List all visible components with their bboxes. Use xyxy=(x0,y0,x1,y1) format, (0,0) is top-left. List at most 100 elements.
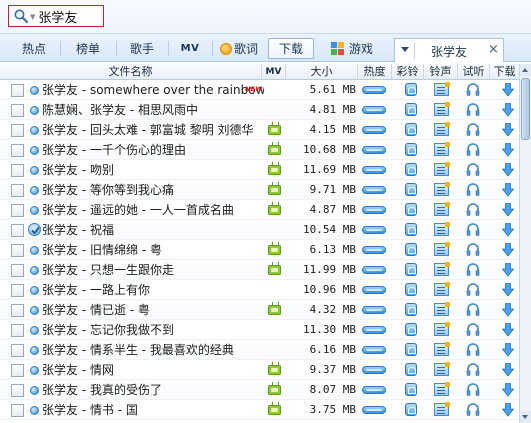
row-checkbox[interactable] xyxy=(11,104,24,117)
table-row[interactable]: 张学友 - 回头太难 - 郭富城 黎明 刘德华 4.15 MB xyxy=(0,120,519,140)
tv-icon[interactable] xyxy=(268,385,281,395)
table-row[interactable]: 张学友 - 情书 - 国 3.75 MB xyxy=(0,400,519,420)
tv-icon[interactable] xyxy=(268,265,281,275)
download-arrow-icon[interactable] xyxy=(501,343,515,357)
ringtone-icon[interactable] xyxy=(434,202,450,216)
song-title[interactable]: 张学友 - somewhere over the rainbow xyxy=(42,82,264,98)
song-title[interactable]: 张学友 - 情已逝 - 粤 xyxy=(42,302,264,318)
row-checkbox[interactable] xyxy=(11,124,24,137)
ringtone-icon[interactable] xyxy=(434,82,450,96)
ringtone-icon[interactable] xyxy=(434,142,450,156)
ringtone-icon[interactable] xyxy=(434,282,450,296)
song-title[interactable]: 张学友 - 忘记你我做不到 xyxy=(42,322,264,338)
headphones-icon[interactable] xyxy=(466,143,480,156)
row-checkbox[interactable] xyxy=(11,384,24,397)
ringback-icon[interactable] xyxy=(405,163,417,176)
row-checkbox[interactable] xyxy=(11,344,24,357)
song-title[interactable]: 张学友 - 一路上有你 xyxy=(42,282,264,298)
column-header-file-name[interactable]: 文件名称 xyxy=(0,64,262,80)
tab-artists[interactable]: 歌手 xyxy=(120,38,164,59)
tv-icon[interactable] xyxy=(268,165,281,175)
song-title[interactable]: 张学友 - 旧情绵绵 - 粤 xyxy=(42,242,264,258)
tv-icon[interactable] xyxy=(268,405,281,415)
download-arrow-icon[interactable] xyxy=(501,323,515,337)
headphones-icon[interactable] xyxy=(466,403,480,416)
table-row[interactable]: 张学友 - somewhere over the rainbow NEW 5.61 … xyxy=(0,80,519,100)
column-header-heat[interactable]: 热度 xyxy=(358,64,392,80)
column-header-size[interactable]: 大小 xyxy=(286,64,358,80)
row-checkbox[interactable] xyxy=(11,144,24,157)
row-checkbox[interactable] xyxy=(11,404,24,417)
headphones-icon[interactable] xyxy=(466,83,480,96)
table-row[interactable]: 张学友 - 遥远的她 - 一人一首成名曲 4.87 MB xyxy=(0,200,519,220)
download-arrow-icon[interactable] xyxy=(501,403,515,417)
ringtone-icon[interactable] xyxy=(434,302,450,316)
ringback-icon[interactable] xyxy=(405,83,417,96)
tab-mv[interactable]: MV xyxy=(172,38,208,59)
ringback-icon[interactable] xyxy=(405,223,417,236)
table-row[interactable]: 张学友 - 一千个伤心的理由 10.68 MB xyxy=(0,140,519,160)
song-title[interactable]: 张学友 - 回头太难 - 郭富城 黎明 刘德华 xyxy=(42,122,264,138)
ringback-icon[interactable] xyxy=(405,243,417,256)
song-title[interactable]: 陈慧娴、张学友 - 相思风雨中 xyxy=(42,102,264,118)
ringback-icon[interactable] xyxy=(405,143,417,156)
row-checkbox[interactable] xyxy=(11,284,24,297)
headphones-icon[interactable] xyxy=(466,283,480,296)
row-checkbox[interactable] xyxy=(11,184,24,197)
table-row[interactable]: 张学友 - 忘记你我做不到 11.30 MB xyxy=(0,320,519,340)
tv-icon[interactable] xyxy=(268,185,281,195)
song-title[interactable]: 张学友 - 情书 - 国 xyxy=(42,402,264,418)
tv-icon[interactable] xyxy=(268,125,281,135)
headphones-icon[interactable] xyxy=(466,163,480,176)
headphones-icon[interactable] xyxy=(466,123,480,136)
tab-lyrics[interactable]: 歌词 xyxy=(216,38,262,59)
table-row[interactable]: 张学友 - 情网 9.37 MB xyxy=(0,360,519,380)
ringback-icon[interactable] xyxy=(405,403,417,416)
table-row[interactable]: 张学友 - 吻别 11.69 MB xyxy=(0,160,519,180)
search-query-text[interactable]: 张学友 xyxy=(38,7,77,26)
scroll-down-arrow[interactable] xyxy=(520,411,531,423)
column-header-listen[interactable]: 试听 xyxy=(458,64,490,80)
song-title[interactable]: 张学友 - 等你等到我心痛 xyxy=(42,182,264,198)
ringback-icon[interactable] xyxy=(405,303,417,316)
table-row[interactable]: 陈慧娴、张学友 - 相思风雨中 4.81 MB xyxy=(0,100,519,120)
headphones-icon[interactable] xyxy=(466,263,480,276)
ringtone-icon[interactable] xyxy=(434,342,450,356)
download-arrow-icon[interactable] xyxy=(501,143,515,157)
tv-icon[interactable] xyxy=(268,205,281,215)
ringback-icon[interactable] xyxy=(405,103,417,116)
ringtone-icon[interactable] xyxy=(434,182,450,196)
tab-downloads[interactable]: 下载 xyxy=(268,38,314,59)
close-icon[interactable]: × xyxy=(488,42,499,57)
download-arrow-icon[interactable] xyxy=(501,283,515,297)
ringtone-icon[interactable] xyxy=(434,122,450,136)
ringback-icon[interactable] xyxy=(405,383,417,396)
tv-icon[interactable] xyxy=(268,365,281,375)
headphones-icon[interactable] xyxy=(466,323,480,336)
headphones-icon[interactable] xyxy=(466,363,480,376)
tv-icon[interactable] xyxy=(268,145,281,155)
song-title[interactable]: 张学友 - 情网 xyxy=(42,362,264,378)
row-checkbox[interactable] xyxy=(11,84,24,97)
song-title[interactable]: 张学友 - 吻别 xyxy=(42,162,264,178)
headphones-icon[interactable] xyxy=(466,183,480,196)
chevron-down-icon[interactable] xyxy=(401,47,409,52)
headphones-icon[interactable] xyxy=(466,383,480,396)
search-icon[interactable] xyxy=(13,8,29,24)
row-checkbox[interactable] xyxy=(11,324,24,337)
table-row[interactable]: 张学友 - 一路上有你 10.96 MB xyxy=(0,280,519,300)
ringtone-icon[interactable] xyxy=(434,242,450,256)
download-arrow-icon[interactable] xyxy=(501,163,515,177)
table-row[interactable]: 张学友 - 情已逝 - 粤 4.32 MB xyxy=(0,300,519,320)
headphones-icon[interactable] xyxy=(466,243,480,256)
headphones-icon[interactable] xyxy=(466,223,480,236)
song-title[interactable]: 张学友 - 我真的受伤了 xyxy=(42,382,264,398)
ringtone-icon[interactable] xyxy=(434,362,450,376)
row-checkbox[interactable] xyxy=(11,244,24,257)
download-arrow-icon[interactable] xyxy=(501,263,515,277)
chevron-down-icon[interactable]: ▼ xyxy=(30,13,35,21)
song-title[interactable]: 张学友 - 情系半生 - 我最喜欢的经典 xyxy=(42,342,264,358)
ringtone-icon[interactable] xyxy=(434,262,450,276)
download-arrow-icon[interactable] xyxy=(501,183,515,197)
table-row[interactable]: 张学友 - 情系半生 - 我最喜欢的经典 6.16 MB xyxy=(0,340,519,360)
